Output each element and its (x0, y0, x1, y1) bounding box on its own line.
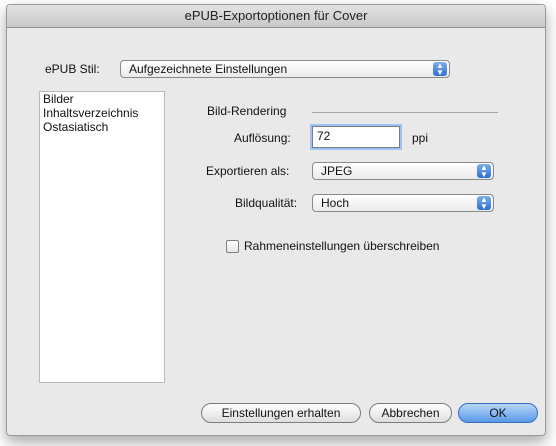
export-as-value: JPEG (321, 164, 353, 178)
export-as-popup[interactable]: JPEG ▲ ▼ (312, 162, 494, 180)
resolution-field[interactable]: 72 (312, 126, 400, 148)
quality-popup[interactable]: Hoch ▲ ▼ (312, 194, 494, 212)
ok-button[interactable]: OK (458, 403, 538, 423)
epub-style-popup[interactable]: Aufgezeichnete Einstellungen ▲ ▼ (120, 60, 450, 78)
sidebar-item-inhaltsverzeichnis[interactable]: Inhaltsverzeichnis (40, 106, 164, 120)
quality-label: Bildqualität: (235, 196, 298, 210)
epub-style-label: ePUB Stil: (45, 62, 100, 76)
export-as-label: Exportieren als: (206, 164, 290, 178)
resolution-unit: ppi (412, 131, 429, 145)
up-down-arrows-icon: ▲ ▼ (477, 164, 491, 179)
frame-override-label: Rahmeneinstellungen überschreiben (244, 239, 440, 253)
sidebar-item-bilder[interactable]: Bilder (40, 92, 164, 106)
section-title: Bild-Rendering (207, 104, 287, 118)
up-down-arrows-icon: ▲ ▼ (477, 196, 491, 211)
frame-override-checkbox[interactable] (226, 240, 239, 253)
up-down-arrows-icon: ▲ ▼ (433, 62, 447, 77)
window-title: ePUB-Exportoptionen für Cover (7, 5, 545, 28)
category-list: Bilder Inhaltsverzeichnis Ostasiatisch (39, 91, 165, 383)
cancel-button[interactable]: Abbrechen (369, 403, 452, 423)
sidebar-item-ostasiatisch[interactable]: Ostasiatisch (40, 120, 164, 134)
epub-style-value: Aufgezeichnete Einstellungen (129, 62, 288, 76)
quality-value: Hoch (321, 196, 350, 210)
export-options-window: ePUB-Exportoptionen für Cover ePUB Stil:… (6, 4, 546, 436)
keep-settings-button[interactable]: Einstellungen erhalten (201, 403, 361, 423)
section-divider (312, 112, 498, 113)
resolution-label: Auflösung: (234, 131, 291, 145)
